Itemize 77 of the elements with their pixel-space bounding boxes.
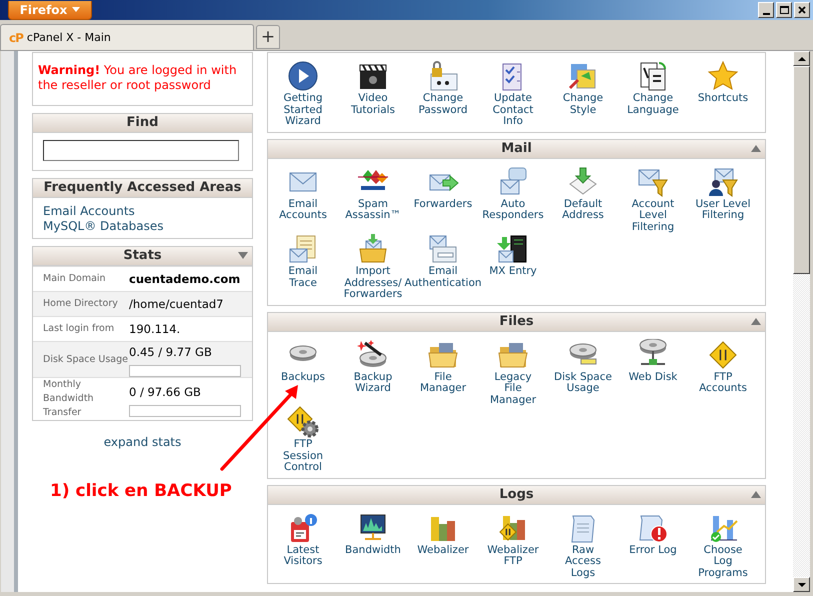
tool-link[interactable]: User Level Filtering	[694, 166, 752, 222]
warning-message: Warning! You are logged in with the reseller or root password	[37, 62, 238, 94]
collapse-caret-icon[interactable]	[238, 252, 248, 259]
tool-link[interactable]: Video Tutorials	[344, 60, 402, 116]
stat-value: 0.45 / 9.77 GB	[129, 344, 213, 361]
tool-link[interactable]: Raw Access Logs	[554, 512, 612, 579]
stat-label: Disk Space Usage	[42, 352, 129, 366]
panel-title: Find	[126, 115, 158, 130]
star-icon	[707, 60, 739, 92]
tool-link[interactable]: FTP Session Control	[274, 406, 332, 474]
panel-title: Frequently Accessed Areas	[44, 180, 242, 195]
box-envelope-icon	[357, 233, 389, 265]
tool-link[interactable]: Backup Wizard	[344, 338, 402, 394]
scrollbar[interactable]	[793, 51, 810, 592]
new-tab-button[interactable]: +	[256, 25, 280, 49]
tool-link[interactable]: Legacy File Manager	[484, 338, 542, 406]
panel-title: Mail	[501, 140, 532, 156]
tool-link[interactable]: Import Addresses/ Forwarders	[344, 233, 402, 300]
tool-link[interactable]: Latest Visitors	[274, 512, 332, 568]
tool-link[interactable]: Change Password	[414, 60, 472, 116]
tool-link[interactable]: FTP Accounts	[694, 338, 752, 394]
stat-label: Main Domain	[42, 272, 107, 286]
caret-icon	[72, 7, 80, 12]
play-icon	[287, 60, 319, 92]
expand-caret-icon[interactable]	[751, 318, 761, 324]
expand-caret-icon[interactable]	[751, 144, 761, 152]
tool-link[interactable]: File Manager	[414, 338, 472, 394]
tool-link[interactable]: Disk Space Usage	[554, 338, 612, 394]
person-funnel-icon	[707, 166, 739, 198]
tool-link[interactable]: Bandwidth	[344, 512, 402, 556]
tool-link[interactable]: Shortcuts	[694, 60, 752, 104]
server-envelope-icon	[497, 233, 529, 265]
envelope-form-icon	[427, 233, 459, 265]
tool-link[interactable]: Error Log	[624, 512, 682, 556]
tool-link[interactable]: Spam Assassin™	[344, 166, 402, 222]
stat-label: Home Directory	[42, 297, 119, 311]
annotation-text: 1) click en BACKUP	[50, 481, 232, 501]
close-icon[interactable]	[794, 2, 810, 18]
scroll-down-icon	[798, 582, 806, 586]
panel-title: Stats	[123, 248, 162, 263]
expand-caret-icon[interactable]	[751, 490, 761, 498]
tool-link[interactable]: Default Address	[554, 166, 612, 222]
stat-value: /home/cuentad7	[129, 296, 224, 313]
cpanel-logo: cP	[9, 30, 23, 44]
stat-label: Last login from	[42, 322, 116, 336]
tool-link[interactable]: Forwarders	[414, 166, 472, 210]
panel-title: Files	[499, 314, 534, 328]
tool-link[interactable]: Webalizer FTP	[484, 512, 542, 568]
tool-link[interactable]: Email Accounts	[274, 166, 332, 222]
tool-link[interactable]: Change Language	[624, 60, 682, 116]
search-field[interactable]	[43, 140, 239, 161]
tool-link[interactable]: Update Contact Info	[484, 60, 542, 128]
tool-link[interactable]: MX Entry	[484, 233, 542, 278]
stat-label: Monthly Bandwidth Transfer	[42, 378, 95, 420]
stat-value: cuentademo.com	[129, 271, 242, 288]
tool-link[interactable]: Auto Responders	[482, 166, 544, 222]
stat-value: 190.114.	[129, 321, 182, 338]
tab-title: cPanel X - Main	[26, 31, 111, 44]
scroll-up-icon	[798, 56, 806, 60]
tool-link[interactable]: Getting Started Wizard	[274, 60, 332, 128]
panel-title: Logs	[499, 486, 534, 502]
tool-link[interactable]: Webalizer	[414, 512, 472, 556]
quick-link[interactable]: Email Accounts	[43, 204, 135, 219]
tool-link[interactable]: Change Style	[554, 60, 612, 116]
minimize-icon[interactable]	[758, 2, 774, 18]
maximize-icon[interactable]	[776, 2, 792, 18]
browser-tab[interactable]: cP cPanel X - Main	[0, 24, 254, 50]
tool-link[interactable]: Email Authentication	[404, 233, 482, 289]
tool-link[interactable]: Account Level Filtering	[624, 166, 682, 233]
quick-link[interactable]: MySQL® Databases	[43, 219, 164, 234]
tool-link[interactable]: Backups	[274, 338, 332, 383]
tool-link[interactable]: Email Trace	[274, 233, 332, 289]
tool-link[interactable]: Choose Log Programs	[694, 512, 752, 579]
envelope-download-icon	[567, 166, 599, 198]
tool-link[interactable]: Web Disk	[624, 338, 682, 383]
stat-value: 0 / 97.66 GB	[129, 384, 202, 400]
expand-stats-link[interactable]: expand stats	[104, 435, 182, 450]
